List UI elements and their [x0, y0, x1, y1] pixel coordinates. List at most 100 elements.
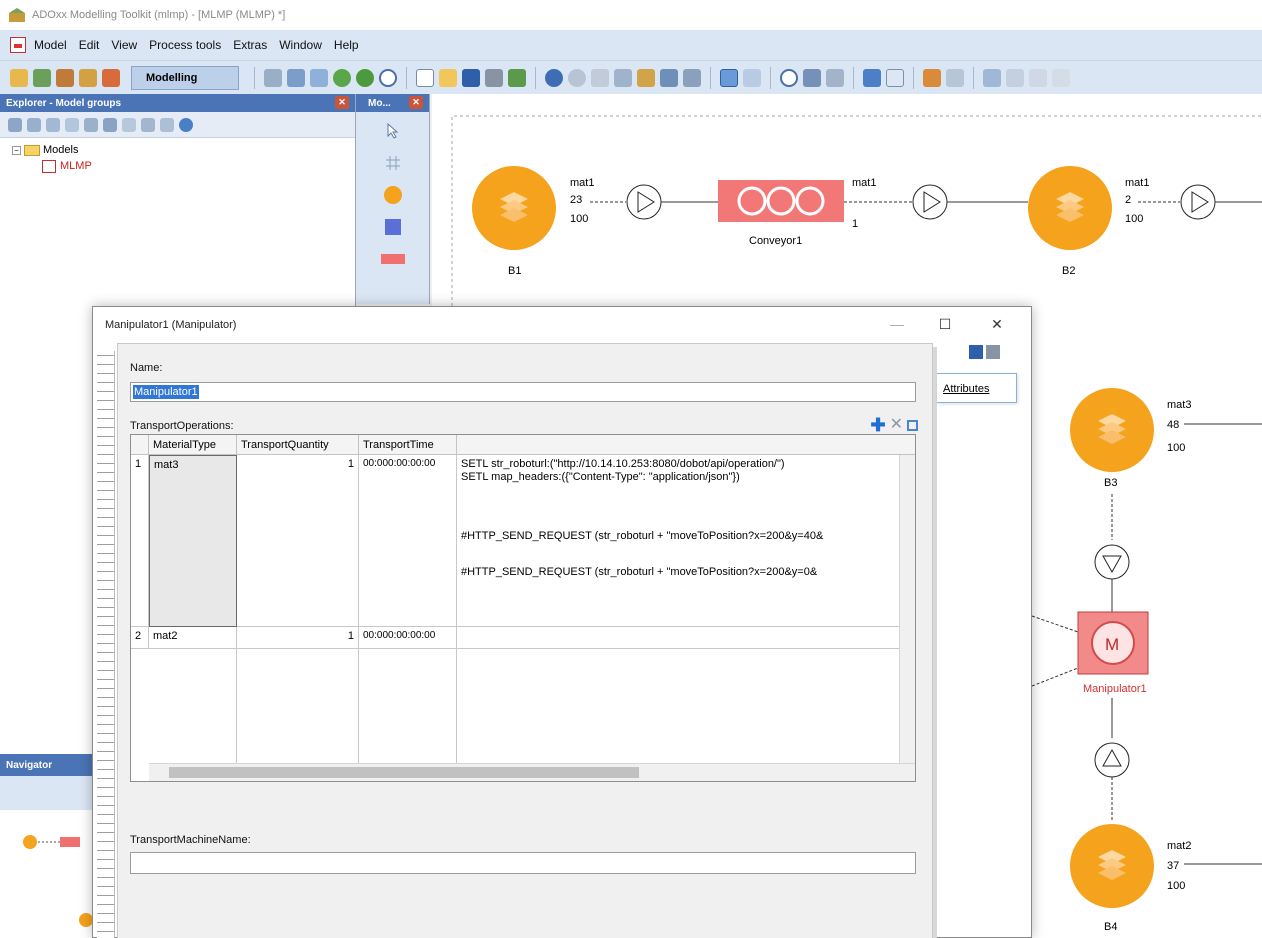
collapse-all-icon[interactable] — [160, 117, 174, 132]
analysis-icon[interactable] — [56, 68, 74, 87]
replace-icon[interactable] — [683, 68, 701, 87]
close-button[interactable]: ✕ — [983, 313, 1011, 335]
menu-extras[interactable]: Extras — [233, 38, 267, 52]
table-icon[interactable] — [287, 68, 305, 87]
select-area-icon[interactable] — [886, 68, 904, 87]
green-refresh-icon[interactable] — [333, 68, 351, 87]
material-cell[interactable]: mat3 — [149, 455, 237, 627]
arrange-icon[interactable] — [1029, 68, 1047, 87]
grid-view-icon[interactable] — [720, 68, 738, 87]
grid-tool-icon — [385, 156, 400, 170]
new-file-icon[interactable] — [416, 68, 434, 87]
zoom-area-icon[interactable] — [826, 68, 844, 87]
export-icon[interactable] — [310, 68, 328, 87]
buffer-tool[interactable] — [373, 182, 413, 208]
sort-icon[interactable] — [122, 117, 136, 132]
green-sync-icon[interactable] — [356, 68, 374, 87]
conveyor1[interactable] — [718, 180, 844, 222]
chart-icon[interactable] — [65, 117, 79, 132]
zoom-fit-icon[interactable] — [803, 68, 821, 87]
tab-attributes[interactable]: Attributes — [937, 373, 1017, 403]
vertical-scrollbar[interactable] — [899, 455, 915, 765]
close-icon[interactable]: ✕ — [335, 96, 349, 109]
delete-row-icon[interactable]: ✕ — [890, 417, 903, 433]
material-cell[interactable]: mat2 — [149, 627, 237, 649]
column-header-transporttime[interactable]: TransportTime — [359, 435, 457, 455]
transport-machine-name-field[interactable] — [130, 852, 916, 874]
transport-operations-table[interactable]: MaterialType TransportQuantity Transport… — [130, 434, 916, 782]
open-folder-icon[interactable] — [439, 68, 457, 87]
hierarchy-icon[interactable] — [46, 117, 60, 132]
save-icon[interactable] — [462, 68, 480, 87]
clock-icon[interactable] — [379, 68, 397, 87]
home-icon[interactable] — [264, 68, 282, 87]
simulation-icon[interactable] — [79, 68, 97, 87]
distribute-icon[interactable] — [1006, 68, 1024, 87]
zoom-icon[interactable] — [780, 68, 798, 87]
menu-process-tools[interactable]: Process tools — [149, 38, 221, 52]
time-cell[interactable]: 00:000:00:00:00 — [359, 455, 457, 627]
tree-item-models[interactable]: − Models — [12, 142, 355, 158]
minimize-button[interactable]: — — [883, 313, 911, 335]
menu-view[interactable]: View — [111, 38, 137, 52]
variables-icon[interactable] — [103, 117, 117, 132]
layout-icon[interactable] — [1052, 68, 1070, 87]
properties-icon[interactable] — [508, 68, 526, 87]
menu-model[interactable]: Model — [34, 38, 67, 52]
conveyor-tool[interactable] — [373, 246, 413, 272]
conveyor1-material: mat1 — [852, 177, 876, 189]
dialog-title: Manipulator1 (Manipulator) — [105, 319, 237, 331]
save-icon[interactable] — [969, 345, 983, 359]
menu-edit[interactable]: Edit — [79, 38, 100, 52]
grid-tool[interactable] — [373, 150, 413, 176]
print-icon[interactable] — [485, 68, 503, 87]
connect-icon[interactable] — [923, 68, 941, 87]
links-icon[interactable] — [84, 117, 98, 132]
redo-icon[interactable] — [568, 68, 586, 87]
expand-all-icon[interactable] — [141, 117, 155, 132]
mode-selector[interactable]: Modelling — [131, 65, 239, 90]
menu-window[interactable]: Window — [279, 38, 322, 52]
find-icon[interactable] — [660, 68, 678, 87]
add-row-icon[interactable]: ✚ — [871, 416, 886, 434]
maximize-button[interactable]: ☐ — [931, 313, 959, 335]
component-icon[interactable] — [10, 68, 28, 87]
horizontal-scrollbar[interactable] — [149, 763, 915, 781]
move-icon[interactable] — [863, 68, 881, 87]
evaluation-icon[interactable] — [102, 68, 120, 87]
close-icon[interactable]: ✕ — [409, 96, 423, 109]
manipulator-dialog: Manipulator1 (Manipulator) — ☐ ✕ Name: M… — [92, 306, 1032, 938]
name-field-value: Manipulator1 — [133, 385, 199, 399]
expand-table-icon[interactable] — [907, 419, 918, 431]
undo-icon[interactable] — [545, 68, 563, 87]
document-icon[interactable] — [10, 37, 26, 53]
code-cell[interactable] — [457, 627, 901, 649]
align-icon[interactable] — [983, 68, 1001, 87]
scrollbar-thumb[interactable] — [169, 767, 639, 778]
pointer-tool[interactable] — [373, 118, 413, 144]
help-icon[interactable] — [179, 117, 193, 132]
menu-help[interactable]: Help — [334, 38, 359, 52]
copy-icon[interactable] — [614, 68, 632, 87]
new-group-icon[interactable] — [8, 117, 22, 132]
paste-icon[interactable] — [637, 68, 655, 87]
name-field[interactable]: Manipulator1 — [130, 382, 916, 402]
collapse-toggle-icon[interactable]: − — [12, 145, 21, 155]
quantity-cell[interactable]: 1 — [237, 455, 359, 627]
code-cell[interactable]: SETL str_roboturl:("http://10.14.10.253:… — [457, 455, 901, 627]
relation-icon[interactable] — [946, 68, 964, 87]
quantity-cell[interactable]: 1 — [237, 627, 359, 649]
explorer-header: Explorer - Model groups ✕ — [0, 94, 355, 112]
print-icon[interactable] — [986, 345, 1000, 359]
table-view-icon[interactable] — [743, 68, 761, 87]
copy-group-icon[interactable] — [27, 117, 41, 132]
time-cell[interactable]: 00:000:00:00:00 — [359, 627, 457, 649]
library-icon[interactable] — [33, 68, 51, 87]
cut-icon[interactable] — [591, 68, 609, 87]
column-header-materialtype[interactable]: MaterialType — [149, 435, 237, 455]
application-window: ADOxx Modelling Toolkit (mlmp) - [MLMP (… — [0, 0, 1262, 938]
station-tool[interactable] — [373, 214, 413, 240]
tree-item-mlmp[interactable]: MLMP — [12, 158, 355, 174]
column-header-transportquantity[interactable]: TransportQuantity — [237, 435, 359, 455]
